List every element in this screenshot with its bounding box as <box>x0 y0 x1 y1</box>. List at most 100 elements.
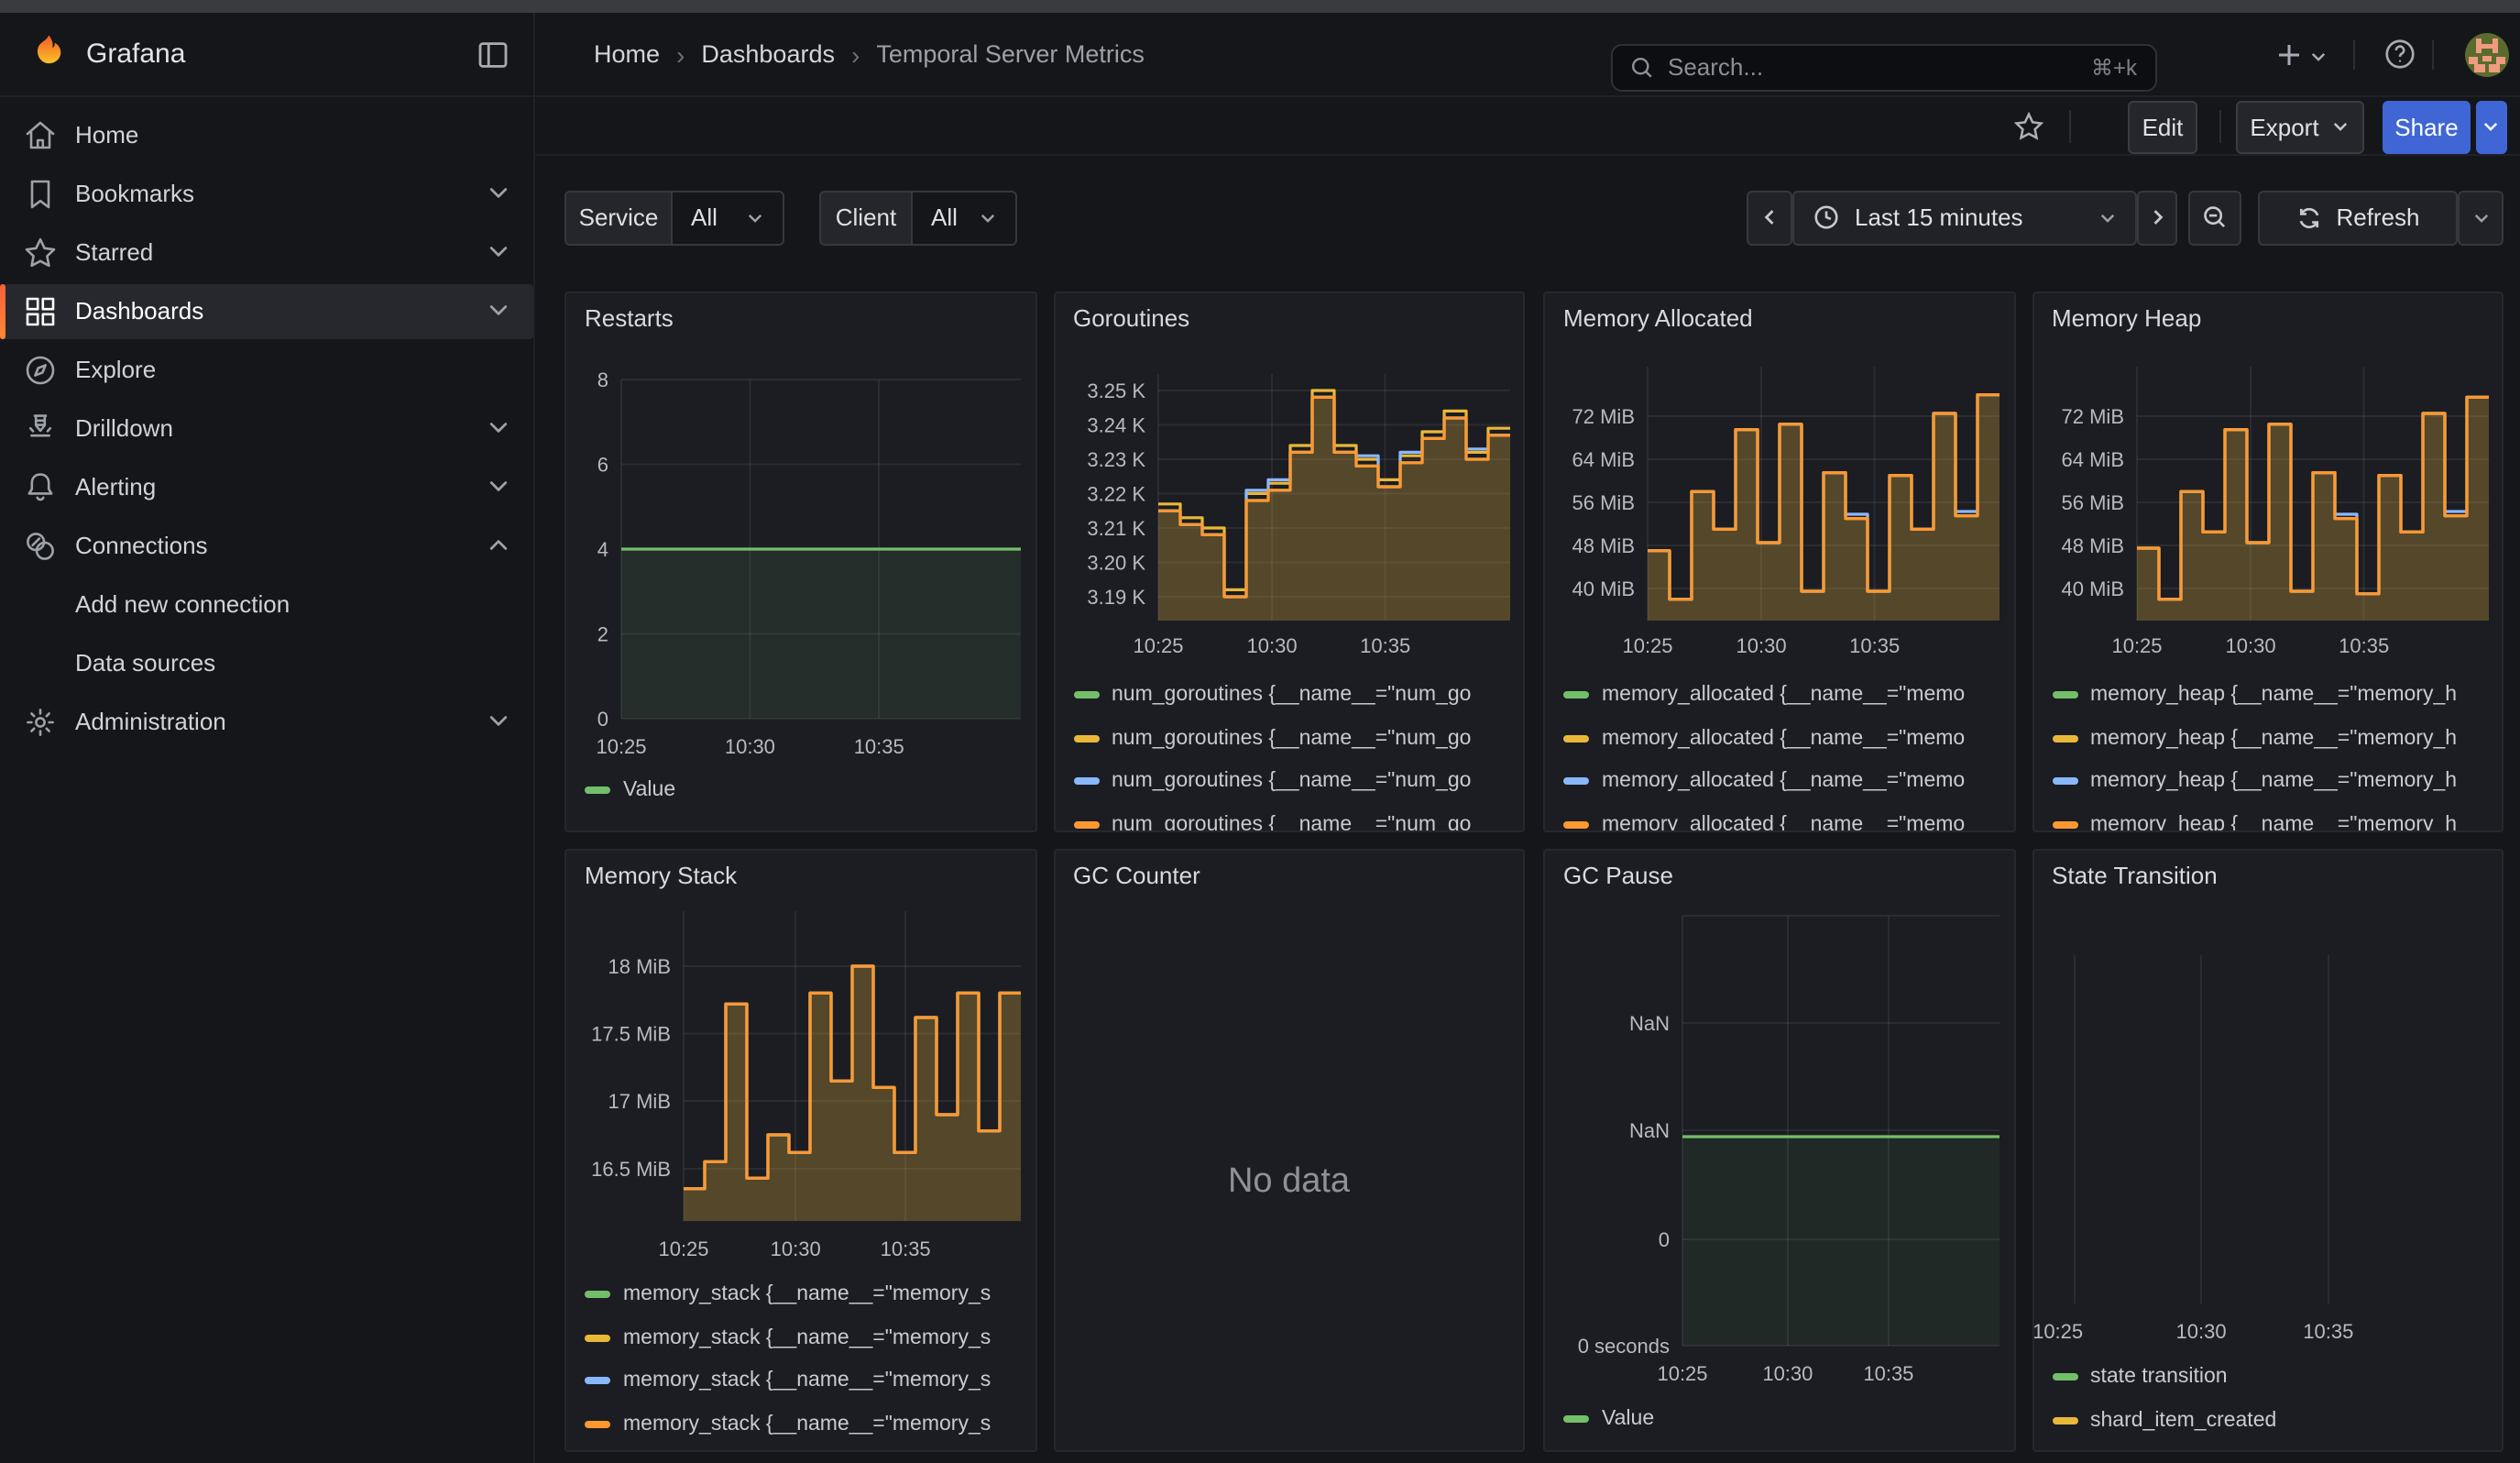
chevron-down-icon[interactable] <box>486 415 511 441</box>
panel-memory-heap: Memory Heap72 MiB64 MiB56 MiB48 MiB40 Mi… <box>2032 292 2504 831</box>
legend-label: memory_stack {__name__="memory_s <box>623 1326 991 1348</box>
legend-item[interactable]: memory_heap {__name__="memory_h <box>2052 814 2457 831</box>
legend-item[interactable]: memory_stack {__name__="memory_s <box>585 1370 991 1392</box>
grafana-app: Grafana Home›Dashboards›Temporal Server … <box>0 0 2520 1463</box>
svg-text:10:25: 10:25 <box>2033 1320 2082 1343</box>
panel-title[interactable]: Memory Allocated <box>1563 304 1753 332</box>
chevron-down-icon[interactable] <box>486 181 511 206</box>
panel-title[interactable]: GC Pause <box>1563 862 1673 889</box>
refresh-button[interactable]: Refresh <box>2258 190 2458 246</box>
legend-item[interactable]: memory_heap {__name__="memory_h <box>2052 770 2457 792</box>
svg-text:72 MiB: 72 MiB <box>2061 405 2123 428</box>
sidebar-item-label: Connections <box>75 532 208 559</box>
search-input[interactable]: Search... ⌘+k <box>1611 43 2157 92</box>
client-variable-select[interactable]: All <box>911 190 1017 246</box>
breadcrumb-item-dashboards[interactable]: Dashboards <box>701 41 835 69</box>
edit-button-label: Edit <box>2142 114 2184 141</box>
sidebar-item-add-new-connection[interactable]: Add new connection <box>0 577 533 632</box>
legend-item[interactable]: memory_allocated {__name__="memo <box>1563 684 1965 706</box>
time-range-back-button[interactable] <box>1747 190 1792 246</box>
sidebar-item-explore[interactable]: Explore <box>0 342 533 397</box>
legend-item[interactable]: memory_allocated {__name__="memo <box>1563 814 1965 831</box>
time-range-forward-button[interactable] <box>2137 190 2177 246</box>
legend-item[interactable]: num_goroutines {__name__="num_go <box>1073 684 1471 706</box>
sidebar-item-dashboards[interactable]: Dashboards <box>0 283 533 338</box>
legend-item[interactable]: memory_allocated {__name__="memo <box>1563 770 1965 792</box>
share-button[interactable]: Share <box>2383 101 2471 153</box>
legend-item[interactable]: memory_heap {__name__="memory_h <box>2052 684 2457 706</box>
legend-item[interactable]: num_goroutines {__name__="num_go <box>1073 814 1471 831</box>
legend-swatch <box>585 786 610 794</box>
time-range-zoom-out-button[interactable] <box>2188 190 2241 246</box>
apps-icon <box>22 292 59 329</box>
legend-swatch <box>1073 777 1099 785</box>
sidebar-item-label: Explore <box>75 356 156 383</box>
sidebar-item-data-sources[interactable]: Data sources <box>0 635 533 690</box>
sidebar-item-alerting[interactable]: Alerting <box>0 459 533 514</box>
legend-item[interactable]: memory_stack {__name__="memory_s <box>585 1326 991 1348</box>
chevron-down-icon <box>2332 118 2350 137</box>
svg-text:3.25 K: 3.25 K <box>1086 380 1145 402</box>
help-button[interactable] <box>2383 37 2417 72</box>
sidebar-item-connections[interactable]: Connections <box>0 518 533 573</box>
panel-title[interactable]: Goroutines <box>1073 304 1189 332</box>
sidebar-item-drilldown[interactable]: Drilldown <box>0 401 533 456</box>
svg-text:56 MiB: 56 MiB <box>2061 491 2123 514</box>
svg-text:10:25: 10:25 <box>2110 634 2161 657</box>
clock-icon <box>1813 204 1840 232</box>
edit-button[interactable]: Edit <box>2128 101 2197 153</box>
chevron-down-icon[interactable] <box>486 709 511 734</box>
svg-text:6: 6 <box>597 454 608 477</box>
legend-item[interactable]: Value <box>585 779 675 801</box>
panel-title[interactable]: Memory Heap <box>2052 304 2201 332</box>
sidebar-item-starred[interactable]: Starred <box>0 225 533 280</box>
sidebar-item-home[interactable]: Home <box>0 107 533 162</box>
export-button[interactable]: Export <box>2236 101 2364 153</box>
gear-icon <box>22 703 59 740</box>
legend-item[interactable]: state transition <box>2052 1366 2228 1388</box>
svg-text:10:25: 10:25 <box>1132 634 1182 657</box>
chart-canvas: 8642010:2510:3010:35 <box>566 293 1035 830</box>
legend-label: memory_allocated {__name__="memo <box>1602 684 1965 706</box>
legend-item[interactable]: memory_allocated {__name__="memo <box>1563 727 1965 749</box>
legend-item[interactable]: memory_stack {__name__="memory_s <box>585 1414 991 1436</box>
add-button[interactable] <box>2274 40 2304 70</box>
legend-item[interactable]: num_goroutines {__name__="num_go <box>1073 727 1471 749</box>
service-variable-label: Service <box>564 190 671 246</box>
sidebar-item-bookmarks[interactable]: Bookmarks <box>0 166 533 221</box>
grafana-logo-icon <box>26 32 71 78</box>
dashboard-toolbar: Edit Export Share <box>535 96 2520 156</box>
sidebar-item-administration[interactable]: Administration <box>0 694 533 749</box>
bell-icon <box>22 468 59 505</box>
refresh-interval-chevron[interactable] <box>2458 190 2504 246</box>
avatar[interactable] <box>2465 33 2509 77</box>
chevron-down-icon[interactable] <box>486 474 511 500</box>
svg-text:10:35: 10:35 <box>854 735 904 758</box>
chevron-right-icon <box>2147 208 2167 228</box>
chevron-up-icon[interactable] <box>486 533 511 558</box>
add-menu-chevron[interactable] <box>2309 48 2328 66</box>
sidebar-collapse-icon[interactable] <box>475 37 511 73</box>
legend-item[interactable]: memory_stack {__name__="memory_s <box>585 1283 991 1305</box>
chevron-down-icon[interactable] <box>486 298 511 324</box>
panel-title[interactable]: Memory Stack <box>585 862 737 889</box>
search-shortcut: ⌘+k <box>2091 55 2137 81</box>
header-divider <box>2353 40 2355 70</box>
svg-text:10:25: 10:25 <box>1657 1362 1707 1385</box>
service-variable-select[interactable]: All <box>671 190 784 246</box>
breadcrumb-item-home[interactable]: Home <box>594 41 660 69</box>
legend-item[interactable]: shard_item_created <box>2052 1409 2276 1431</box>
legend-item[interactable]: num_goroutines {__name__="num_go <box>1073 770 1471 792</box>
legend-item[interactable]: memory_heap {__name__="memory_h <box>2052 727 2457 749</box>
share-menu-button[interactable] <box>2476 101 2506 153</box>
panel-title[interactable]: GC Counter <box>1073 862 1200 889</box>
favorite-button[interactable] <box>2012 109 2045 142</box>
chevron-down-icon[interactable] <box>486 239 511 265</box>
svg-text:10:30: 10:30 <box>1246 634 1297 657</box>
svg-text:64 MiB: 64 MiB <box>1572 448 1635 471</box>
legend-item[interactable]: Value <box>1563 1407 1654 1429</box>
panel-title[interactable]: State Transition <box>2052 862 2218 889</box>
svg-text:3.24 K: 3.24 K <box>1086 414 1145 437</box>
time-range-picker[interactable]: Last 15 minutes <box>1792 190 2137 246</box>
panel-title[interactable]: Restarts <box>585 304 674 332</box>
